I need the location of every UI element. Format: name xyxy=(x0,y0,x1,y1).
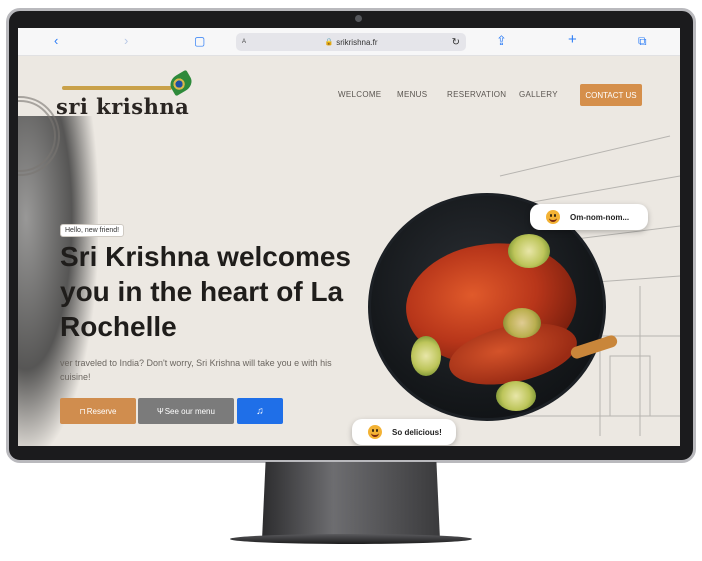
flute-icon xyxy=(62,86,172,90)
share-icon[interactable]: ⇪ xyxy=(496,33,507,49)
url-text: srikrishna.fr xyxy=(336,37,378,47)
camera-icon xyxy=(355,15,362,22)
music-button[interactable]: ♫ xyxy=(237,398,283,424)
forward-icon[interactable]: › xyxy=(124,33,128,49)
yum-emoji-icon xyxy=(546,210,560,224)
nav-welcome[interactable]: WELCOME xyxy=(338,90,381,99)
lime-slice xyxy=(496,381,536,411)
so-delicious-text: So delicious! xyxy=(392,427,442,437)
nav-gallery[interactable]: GALLERY xyxy=(519,90,558,99)
plus-icon[interactable]: + xyxy=(568,32,577,48)
nav-menus[interactable]: MENUS xyxy=(397,90,427,99)
so-delicious-bubble: So delicious! xyxy=(352,419,456,445)
hero-subtitle: ver traveled to India? Don't worry, Sri … xyxy=(60,358,332,382)
monitor-stand-foot xyxy=(230,534,472,544)
text-size-button[interactable]: A xyxy=(242,39,246,45)
table-icon: ⊓ xyxy=(79,406,86,416)
om-nom-bubble: Om-nom-nom... xyxy=(530,204,648,230)
book-icon[interactable]: ▢ xyxy=(194,33,205,49)
lime-slice xyxy=(508,234,550,268)
site-logo[interactable]: sri krishna xyxy=(56,69,196,132)
web-page: sri krishna WELCOME MENUS RESERVATION GA… xyxy=(18,56,680,446)
contact-us-button[interactable]: CONTACT US xyxy=(580,84,642,106)
cutlery-icon: Ψ xyxy=(157,406,164,416)
reserve-label: Reserve xyxy=(86,406,117,416)
reserve-button[interactable]: ⊓ Reserve xyxy=(60,398,136,424)
om-nom-text: Om-nom-nom... xyxy=(570,212,630,222)
lime-slice xyxy=(411,336,441,376)
peacock-feather-icon xyxy=(166,69,196,97)
see-menu-button[interactable]: Ψ See our menu xyxy=(138,398,234,424)
lock-icon: 🔒 xyxy=(324,39,334,46)
back-icon[interactable]: ‹ xyxy=(54,33,58,49)
browser-toolbar: ‹ › ▢ A 🔒 srikrishna.fr ↻ ⇪ + ⧉ xyxy=(18,28,680,56)
delicious-emoji-icon xyxy=(368,425,382,439)
greeting-badge: Hello, new friend! xyxy=(60,224,125,237)
music-icon: ♫ xyxy=(256,405,264,417)
tabs-icon[interactable]: ⧉ xyxy=(638,33,647,49)
lime-slice xyxy=(503,308,541,338)
hero-headline: Sri Krishna welcomes you in the heart of… xyxy=(60,241,352,342)
monitor-stand-neck xyxy=(262,462,440,540)
reload-icon[interactable]: ↻ xyxy=(452,37,460,48)
nav-reservation[interactable]: RESERVATION xyxy=(447,90,506,99)
monitor-screen: ‹ › ▢ A 🔒 srikrishna.fr ↻ ⇪ + ⧉ sri kris… xyxy=(18,28,680,446)
see-menu-label: See our menu xyxy=(164,406,215,416)
address-bar[interactable]: A 🔒 srikrishna.fr ↻ xyxy=(236,33,466,51)
logo-text: sri krishna xyxy=(56,94,190,119)
